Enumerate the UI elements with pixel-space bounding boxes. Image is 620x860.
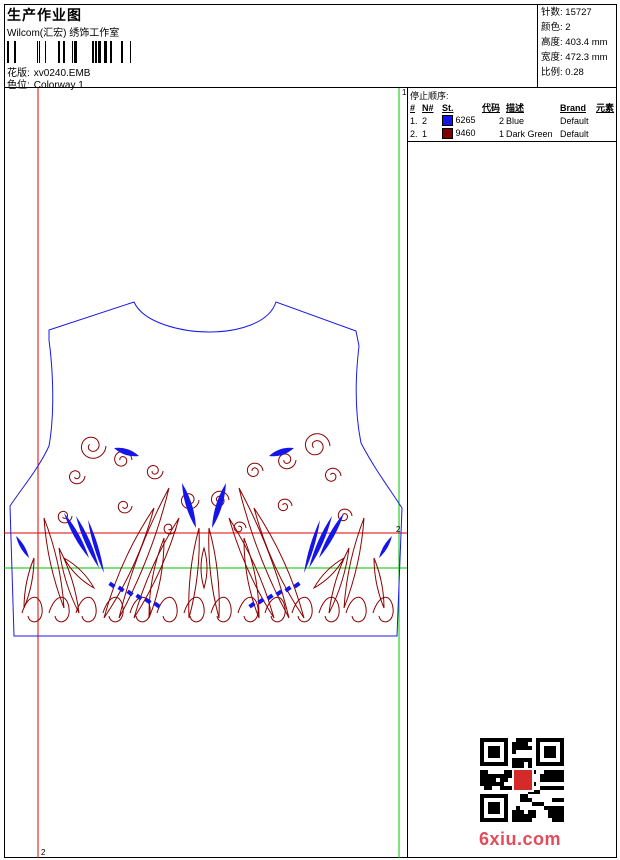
header-info: 生产作业图 Wilcom(汇宏) 绣饰工作室 花版: xv0240.EMB 色位:…: [4, 4, 538, 91]
color-swatch: [442, 128, 453, 140]
company-name: Wilcom(汇宏) 绣饰工作室: [7, 28, 120, 39]
header: 生产作业图 Wilcom(汇宏) 绣饰工作室 花版: xv0240.EMB 色位:…: [4, 4, 617, 91]
stats-panel: 针数: 15727 颜色: 2 高度: 403.4 mm 宽度: 472.3 m…: [538, 4, 617, 87]
qr-code-icon: [480, 738, 564, 822]
stat-height: 高度: 403.4 mm: [541, 37, 608, 48]
design-canvas[interactable]: [4, 88, 408, 858]
watermark-logo: 6xiu.com: [479, 829, 562, 849]
stat-colors: 颜色: 2: [541, 22, 571, 33]
garment-outline: [9, 301, 403, 637]
stat-scale: 比例: 0.28: [541, 67, 584, 78]
barcode-icon: [7, 41, 131, 63]
marker-top-right: 1: [402, 88, 407, 97]
stop-order-table: # N# St. 代码 描述 Brand 元素 1. 2 6265 2 Blue…: [408, 101, 617, 140]
page-title: 生产作业图: [7, 7, 82, 23]
embroidery-design: [16, 433, 394, 623]
marker-bottom-left: 2: [41, 848, 46, 857]
design-area[interactable]: 1 2 2: [4, 88, 408, 858]
marker-mid-right: 2: [396, 525, 401, 534]
stat-stitches: 针数: 15727: [541, 7, 592, 18]
table-header: # N# St. 代码 描述 Brand 元素: [410, 102, 615, 114]
table-row[interactable]: 1. 2 6265 2 Blue Default: [408, 114, 617, 127]
color-swatch: [442, 115, 453, 127]
table-row[interactable]: 2. 1 9460 1 Dark Green Default: [408, 127, 617, 140]
stat-width: 宽度: 472.3 mm: [541, 52, 608, 63]
stop-order-panel: 停止顺序: # N# St. 代码 描述 Brand 元素 1. 2 6265 …: [408, 88, 617, 142]
